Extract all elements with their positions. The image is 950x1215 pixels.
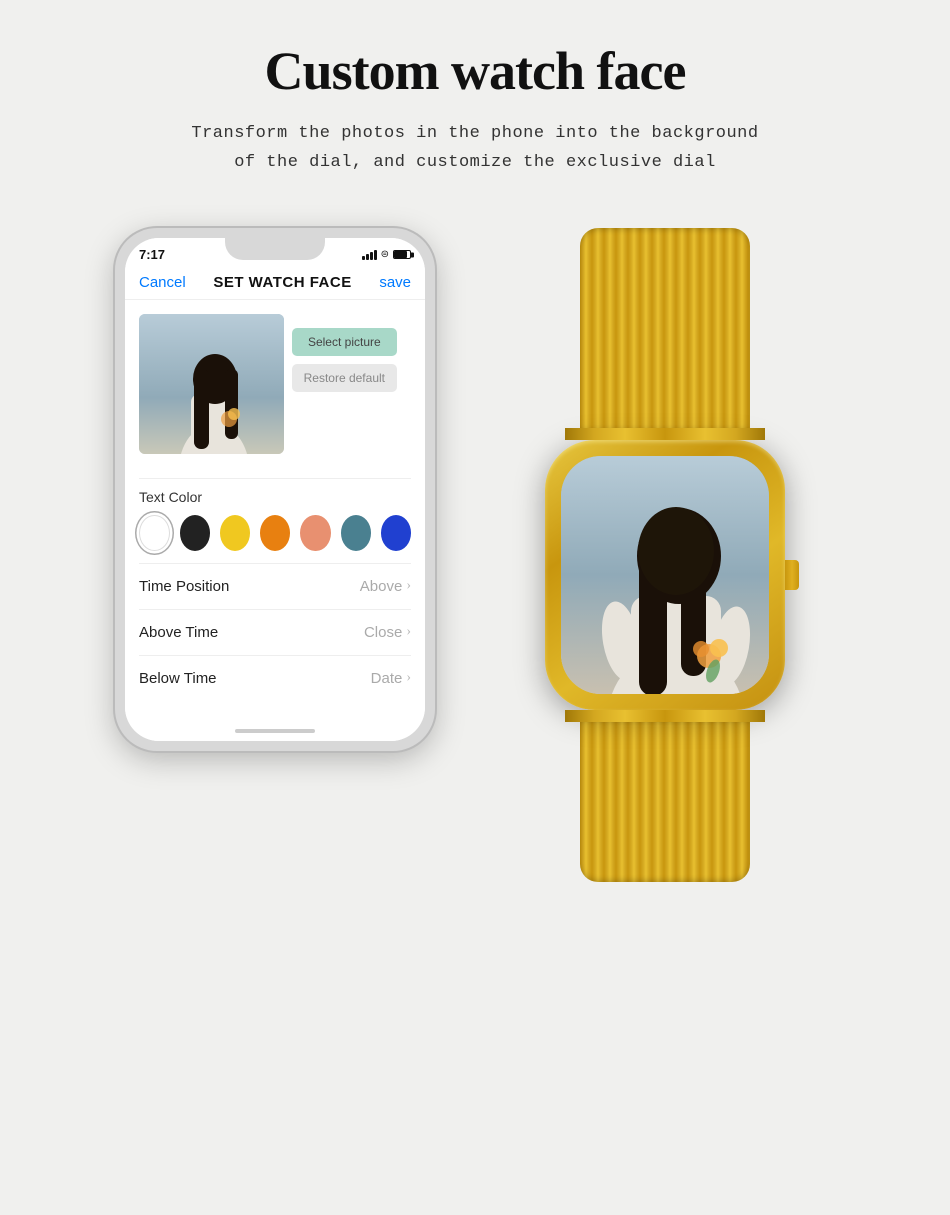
chevron-right-icon-3: › xyxy=(406,670,411,686)
phone-inner: 7:17 ⊜ xyxy=(125,238,425,741)
phone-status-icons: ⊜ xyxy=(362,249,411,260)
color-swatch-black[interactable] xyxy=(180,515,210,551)
setting-below-time-value-wrap: Date › xyxy=(371,670,411,687)
phone-action-buttons: Select picture Restore default xyxy=(292,328,397,392)
cancel-button[interactable]: Cancel xyxy=(139,274,186,291)
divider xyxy=(139,478,411,479)
watch-band-bottom xyxy=(580,722,750,882)
phone-preview-image xyxy=(139,314,284,454)
watch-case xyxy=(545,440,785,710)
setting-below-time[interactable]: Below Time Date › xyxy=(139,655,411,701)
wifi-icon: ⊜ xyxy=(381,249,389,260)
smartwatch xyxy=(495,228,835,882)
setting-time-position-value-wrap: Above › xyxy=(360,578,411,595)
chevron-right-icon: › xyxy=(406,578,411,594)
color-swatches xyxy=(139,515,411,551)
chevron-right-icon-2: › xyxy=(406,624,411,640)
color-swatch-orange[interactable] xyxy=(260,515,290,551)
setting-above-time[interactable]: Above Time Close › xyxy=(139,609,411,655)
watch-crown xyxy=(785,560,799,590)
phone: 7:17 ⊜ xyxy=(115,228,435,751)
color-swatch-white[interactable] xyxy=(139,515,170,551)
page-title: Custom watch face xyxy=(265,40,686,102)
save-button[interactable]: save xyxy=(379,274,411,291)
restore-default-button[interactable]: Restore default xyxy=(292,364,397,392)
signal-icon xyxy=(362,250,377,260)
phone-topbar: Cancel SET WATCH FACE save xyxy=(125,268,425,300)
phone-outer: 7:17 ⊜ xyxy=(115,228,435,751)
home-indicator-bar xyxy=(125,721,425,741)
setting-below-time-value: Date xyxy=(371,670,403,687)
setting-above-time-value: Close xyxy=(364,624,402,641)
color-swatch-peach[interactable] xyxy=(300,515,330,551)
battery-icon xyxy=(393,250,411,259)
text-color-label: Text Color xyxy=(139,489,411,505)
color-swatch-teal[interactable] xyxy=(341,515,371,551)
preview-section: Select picture Restore default xyxy=(139,314,411,468)
watch-screen xyxy=(561,456,769,694)
select-picture-button[interactable]: Select picture xyxy=(292,328,397,356)
setting-time-position-value: Above xyxy=(360,578,403,595)
phone-body: Select picture Restore default Text Colo… xyxy=(125,300,425,721)
band-connector-bottom xyxy=(565,710,765,722)
setting-time-position[interactable]: Time Position Above › xyxy=(139,563,411,609)
screen-title: SET WATCH FACE xyxy=(213,274,351,291)
content-row: 7:17 ⊜ xyxy=(20,228,930,882)
phone-notch xyxy=(225,238,325,260)
setting-above-time-value-wrap: Close › xyxy=(364,624,411,641)
setting-above-time-label: Above Time xyxy=(139,624,218,641)
setting-below-time-label: Below Time xyxy=(139,670,217,687)
setting-time-position-label: Time Position xyxy=(139,578,229,595)
color-swatch-yellow[interactable] xyxy=(220,515,250,551)
home-indicator[interactable] xyxy=(235,729,315,733)
band-connector-top xyxy=(565,428,765,440)
watch-band-top xyxy=(580,228,750,428)
color-swatch-blue[interactable] xyxy=(381,515,411,551)
phone-time: 7:17 xyxy=(139,247,165,262)
page-subtitle: Transform the photos in the phone into t… xyxy=(191,120,758,178)
